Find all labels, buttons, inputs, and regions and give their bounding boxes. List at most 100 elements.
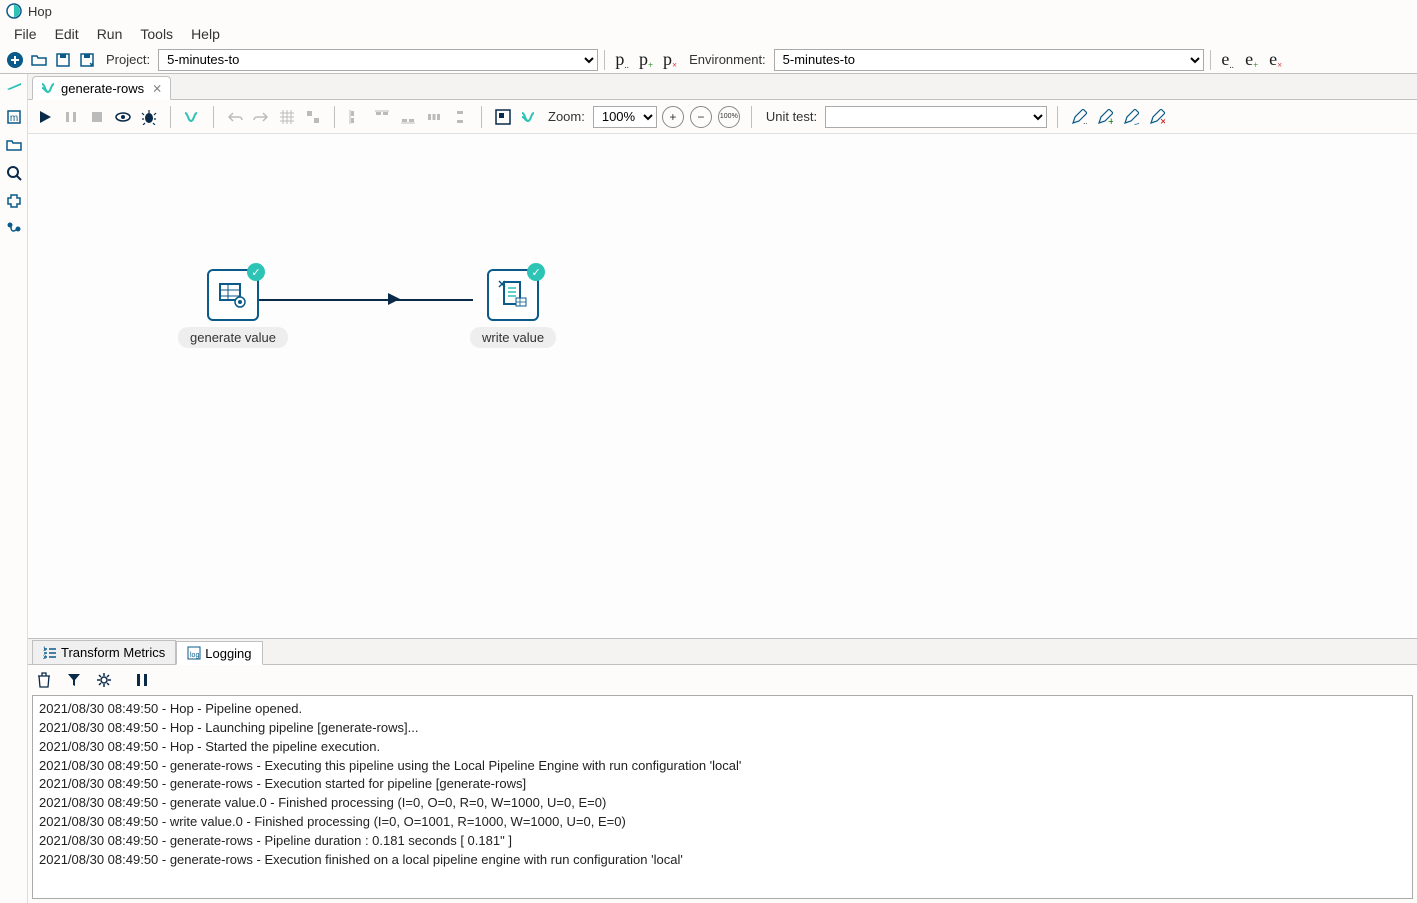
svg-text:m: m [9, 113, 17, 124]
svg-text:+: + [1108, 116, 1113, 125]
toolbar-separator-2 [1210, 50, 1211, 70]
hop-arrow-icon [388, 293, 400, 305]
distribute-h-button[interactable] [423, 106, 445, 128]
unit-test-edit-button[interactable]: .. [1068, 106, 1090, 128]
zoom-label: Zoom: [544, 109, 589, 124]
tab-label: Logging [205, 646, 251, 661]
metrics-icon: 12 [43, 646, 57, 660]
project-edit-icon[interactable]: p.. [611, 49, 633, 71]
print-button[interactable] [181, 106, 203, 128]
open-button[interactable] [28, 49, 50, 71]
menu-help[interactable]: Help [183, 24, 228, 44]
editor-tabs: generate-rows ⨯ [28, 74, 1417, 100]
log-line: 2021/08/30 08:49:50 - Hop - Started the … [39, 738, 1406, 757]
project-select[interactable]: 5-minutes-to [158, 49, 598, 71]
perspective-metadata-icon[interactable]: m [3, 106, 25, 128]
menu-edit[interactable]: Edit [47, 24, 87, 44]
align-button[interactable] [302, 106, 324, 128]
svg-text:⤴: ⤴ [1134, 114, 1139, 125]
show-execution-button[interactable] [492, 106, 514, 128]
log-line: 2021/08/30 08:49:50 - write value.0 - Fi… [39, 813, 1406, 832]
node-icon-write: ✓ [487, 269, 539, 321]
log-line: 2021/08/30 08:49:50 - generate-rows - Pi… [39, 832, 1406, 851]
tab-logging[interactable]: log Logging [176, 641, 262, 665]
menu-run[interactable]: Run [89, 24, 131, 44]
tab-transform-metrics[interactable]: 12 Transform Metrics [32, 640, 176, 664]
log-output[interactable]: 2021/08/30 08:49:50 - Hop - Pipeline ope… [32, 695, 1413, 899]
pipeline-canvas[interactable]: ✓ generate value ✓ write value [28, 134, 1417, 638]
zoom-select[interactable]: 100% [593, 106, 657, 128]
node-success-badge-icon: ✓ [527, 263, 545, 281]
save-as-button[interactable] [76, 49, 98, 71]
svg-text:1: 1 [43, 647, 47, 653]
unit-test-delete-button[interactable]: × [1146, 106, 1168, 128]
log-settings-button[interactable] [94, 670, 114, 690]
pause-button[interactable] [60, 106, 82, 128]
debug-button[interactable] [138, 106, 160, 128]
project-add-icon[interactable]: p+ [635, 49, 657, 71]
perspective-data-orch-icon[interactable] [3, 78, 25, 100]
et-sep-3 [334, 106, 335, 128]
preview-button[interactable] [112, 106, 134, 128]
stop-button[interactable] [86, 106, 108, 128]
et-sep-4 [481, 106, 482, 128]
align-bottom-button[interactable] [397, 106, 419, 128]
pipeline-waves-icon[interactable] [518, 106, 540, 128]
svg-text:log: log [190, 652, 199, 659]
perspective-search-icon[interactable] [3, 162, 25, 184]
undo-button[interactable] [224, 106, 246, 128]
align-top-button[interactable] [371, 106, 393, 128]
filter-log-button[interactable] [64, 670, 84, 690]
env-edit-icon[interactable]: e.. [1217, 49, 1239, 71]
left-sidebar: m [0, 74, 28, 903]
log-line: 2021/08/30 08:49:50 - generate value.0 -… [39, 794, 1406, 813]
env-add-icon[interactable]: e+ [1241, 49, 1263, 71]
unit-test-add-button[interactable]: + [1094, 106, 1116, 128]
zoom-in-button[interactable]: + [662, 106, 684, 128]
node-write-value[interactable]: ✓ write value [470, 269, 556, 348]
perspective-explorer-icon[interactable] [3, 134, 25, 156]
node-icon-generate: ✓ [207, 269, 259, 321]
snap-grid-button[interactable] [276, 106, 298, 128]
project-delete-icon[interactable]: p× [659, 49, 681, 71]
node-generate-value[interactable]: ✓ generate value [178, 269, 288, 348]
zoom-out-button[interactable]: − [690, 106, 712, 128]
new-button[interactable] [4, 49, 26, 71]
unit-test-detach-button[interactable]: ⤴ [1120, 106, 1142, 128]
menu-tools[interactable]: Tools [132, 24, 181, 44]
perspective-plugin-icon[interactable] [3, 190, 25, 212]
et-sep-1 [170, 106, 171, 128]
node-success-badge-icon: ✓ [247, 263, 265, 281]
svg-text:..: .. [1083, 116, 1087, 125]
environment-label: Environment: [683, 52, 772, 67]
save-button[interactable] [52, 49, 74, 71]
editor-toolbar: Zoom: 100% + − 100% Unit test: .. + ⤴ × [28, 100, 1417, 134]
unit-test-select[interactable] [825, 106, 1047, 128]
perspective-neo4j-icon[interactable] [3, 218, 25, 240]
env-delete-icon[interactable]: e× [1265, 49, 1287, 71]
redo-button[interactable] [250, 106, 272, 128]
editor-tab-generate-rows[interactable]: generate-rows ⨯ [32, 76, 171, 100]
environment-select[interactable]: 5-minutes-to [774, 49, 1204, 71]
distribute-v-button[interactable] [449, 106, 471, 128]
log-line: 2021/08/30 08:49:50 - Hop - Launching pi… [39, 719, 1406, 738]
title-bar: Hop [0, 0, 1417, 22]
pause-log-button[interactable] [132, 670, 152, 690]
bottom-toolbar [28, 665, 1417, 695]
et-sep-2 [213, 106, 214, 128]
clear-log-button[interactable] [34, 670, 54, 690]
unit-test-label: Unit test: [762, 109, 821, 124]
toolbar-separator [604, 50, 605, 70]
tab-label: Transform Metrics [61, 645, 165, 660]
menu-bar: File Edit Run Tools Help [0, 22, 1417, 46]
bottom-panel: 12 Transform Metrics log Logging 2021/08… [28, 638, 1417, 903]
close-tab-icon[interactable]: ⨯ [152, 81, 162, 95]
node-label: write value [470, 327, 556, 348]
align-left-button[interactable] [345, 106, 367, 128]
log-line: 2021/08/30 08:49:50 - Hop - Pipeline ope… [39, 700, 1406, 719]
log-line: 2021/08/30 08:49:50 - generate-rows - Ex… [39, 757, 1406, 776]
bottom-tabs: 12 Transform Metrics log Logging [28, 639, 1417, 665]
run-button[interactable] [34, 106, 56, 128]
menu-file[interactable]: File [6, 24, 45, 44]
zoom-100-button[interactable]: 100% [718, 106, 740, 128]
